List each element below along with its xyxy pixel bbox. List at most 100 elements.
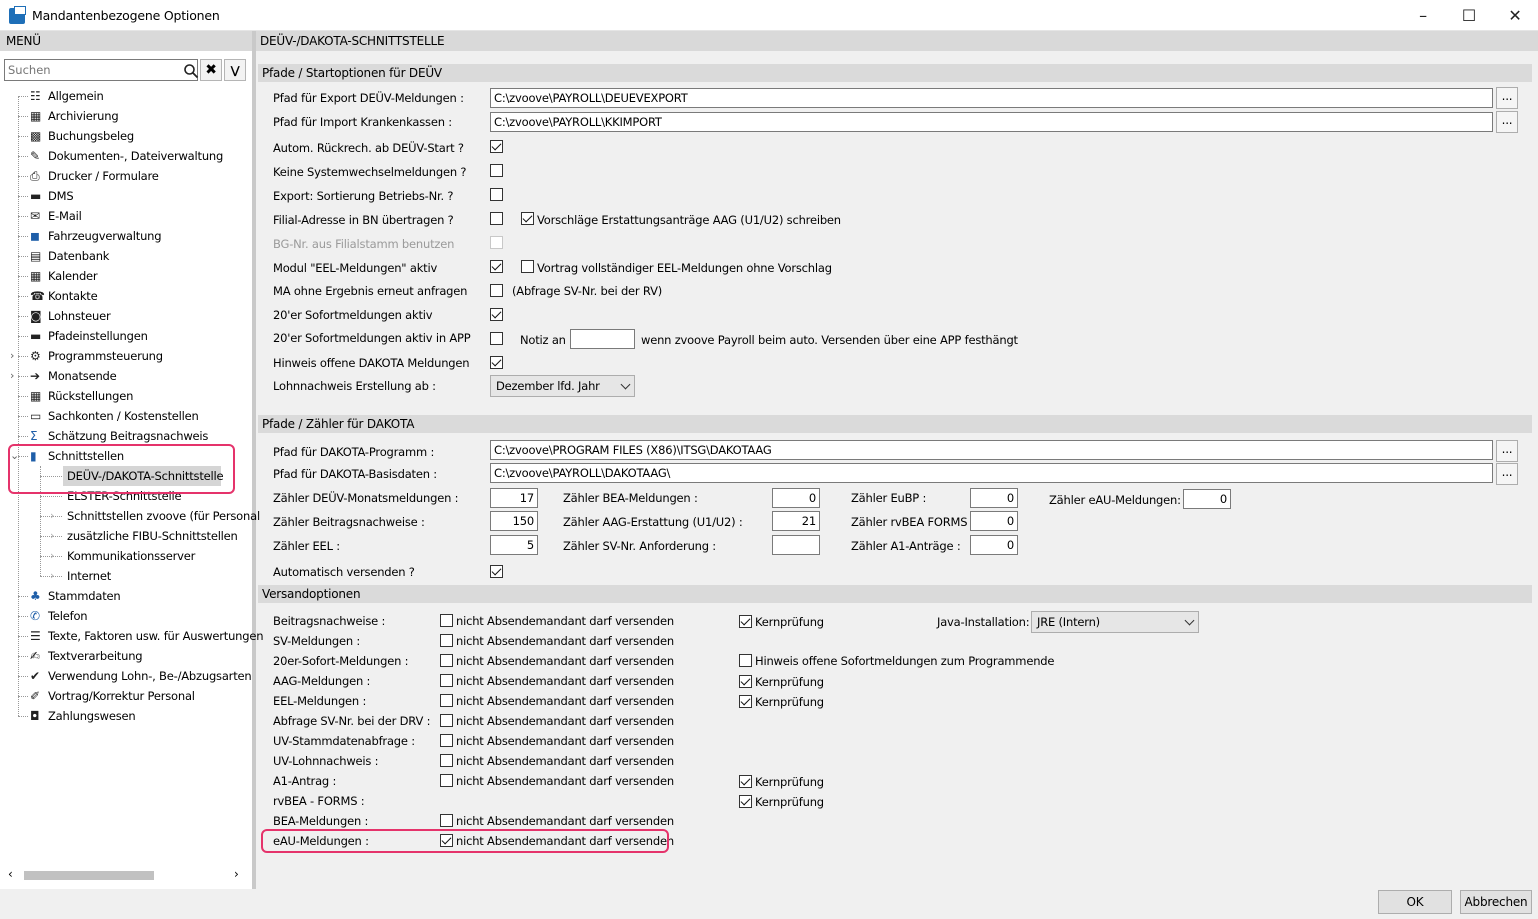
tree-item[interactable]: ✍ Textverarbeitung (0, 646, 250, 666)
browse-prog-button[interactable]: ... (1496, 440, 1518, 462)
cancel-button[interactable]: Abbrechen (1460, 890, 1532, 914)
nicht-absendemandant-checkbox[interactable] (440, 674, 453, 687)
ma-checkbox[interactable] (490, 284, 503, 297)
tree-item[interactable]: ◙ Lohnsteuer (0, 306, 250, 326)
export-sort-checkbox[interactable] (490, 188, 503, 201)
expand-all-button[interactable]: ⋁ (224, 59, 246, 81)
tree-item[interactable]: ▦ Rückstellungen (0, 386, 250, 406)
tree-item[interactable]: ✎ Dokumenten-, Dateiverwaltung (0, 146, 250, 166)
expand-chevron-icon[interactable]: › (50, 546, 54, 566)
tree-item[interactable]: ◘ Zahlungswesen (0, 706, 250, 726)
tree-item[interactable]: ✔ Verwendung Lohn-, Be-/Abzugsarten (0, 666, 252, 686)
modul-checkbox[interactable] (490, 260, 503, 273)
z-bea-field[interactable]: 0 (772, 488, 820, 508)
close-button[interactable]: ✕ (1492, 0, 1538, 31)
import-path-field[interactable]: C:\zvoove\PAYROLL\KKIMPORT (490, 112, 1493, 132)
z-beitrag-field[interactable]: 150 (490, 511, 538, 531)
tree-item[interactable]: ✐ Vortrag/Korrektur Personal (0, 686, 250, 706)
nicht-absendemandant-checkbox[interactable] (440, 774, 453, 787)
tree-item[interactable]: ✉ E-Mail (0, 206, 250, 226)
kernpruefung-checkbox[interactable] (739, 675, 752, 688)
nicht-absendemandant-checkbox[interactable] (440, 654, 453, 667)
lohn-select[interactable]: Dezember lfd. Jahr (490, 375, 635, 397)
nicht-absendemandant-checkbox[interactable] (440, 614, 453, 627)
notiz-field[interactable] (570, 329, 635, 349)
z-svnr-field[interactable] (772, 535, 820, 555)
browse-export-button[interactable]: ... (1496, 87, 1518, 109)
z-deuev-field[interactable]: 17 (490, 488, 538, 508)
scroll-left-icon[interactable]: ‹ (8, 867, 13, 881)
tree-item[interactable]: ☷ Allgemein (0, 86, 250, 106)
minimize-button[interactable]: – (1400, 0, 1446, 31)
modul-label: Modul "EEL-Meldungen" aktiv (273, 261, 438, 275)
clear-search-button[interactable]: ✖ (200, 59, 222, 81)
ok-button[interactable]: OK (1378, 890, 1452, 914)
tree-item[interactable]: ▦ Archivierung (0, 106, 250, 126)
hinweis-checkbox[interactable] (490, 356, 503, 369)
tree-item[interactable]: ☎ Kontakte (0, 286, 250, 306)
tree-item[interactable]: ◼ Fahrzeugverwaltung (0, 226, 250, 246)
tree-item[interactable]: ▦ Kalender (0, 266, 250, 286)
browse-basis-button[interactable]: ... (1496, 463, 1518, 485)
dakota-basis-field[interactable]: C:\zvoove\PAYROLL\DAKOTAAG\ (490, 463, 1493, 483)
autom-checkbox[interactable] (490, 140, 503, 153)
z-a1-field[interactable]: 0 (970, 535, 1018, 555)
tree-item[interactable]: ▤ Datenbank (0, 246, 250, 266)
search-input[interactable] (5, 60, 175, 80)
expand-chevron-icon[interactable]: › (10, 346, 14, 366)
tree-item[interactable]: ☰ Texte, Faktoren usw. für Auswertungen (0, 626, 264, 646)
auto-checkbox[interactable] (490, 565, 503, 578)
tree-item[interactable]: ⎙ Drucker / Formulare (0, 166, 250, 186)
scroll-right-icon[interactable]: › (234, 867, 239, 881)
nicht-absendemandant-checkbox[interactable] (440, 734, 453, 747)
nicht-absendemandant-checkbox[interactable] (440, 694, 453, 707)
tree-item[interactable]: › zusätzliche FIBU-Schnittstellen (0, 526, 250, 546)
expand-chevron-icon[interactable]: › (10, 366, 14, 386)
kernpruefung-checkbox[interactable] (739, 775, 752, 788)
panel-splitter[interactable] (252, 31, 256, 889)
tree-item[interactable]: › ⚙ Programmsteuerung (0, 346, 250, 366)
scrollbar-thumb[interactable] (24, 871, 154, 880)
browse-import-button[interactable]: ... (1496, 111, 1518, 133)
tree-item[interactable]: ✆ Telefon (0, 606, 250, 626)
filial-checkbox[interactable] (490, 212, 503, 225)
kernpruefung-checkbox[interactable] (739, 795, 752, 808)
sofort-app-checkbox[interactable] (490, 332, 503, 345)
tree-item[interactable]: › ➔ Monatsende (0, 366, 250, 386)
expand-chevron-icon[interactable]: › (50, 506, 54, 526)
z-eel-field[interactable]: 5 (490, 535, 538, 555)
nicht-absendemandant-checkbox[interactable] (440, 754, 453, 767)
z-rvbea-field[interactable]: 0 (970, 511, 1018, 531)
search-box[interactable] (4, 59, 199, 81)
tree-item[interactable]: › Kommunikationsserver (0, 546, 250, 566)
java-select[interactable]: JRE (Intern) (1031, 611, 1199, 633)
tree-item[interactable]: ▬ Pfadeinstellungen (0, 326, 250, 346)
tree-item[interactable]: Σ Schätzung Beitragsnachweis (0, 426, 250, 446)
tree-horizontal-scrollbar[interactable]: ‹ › (4, 866, 248, 884)
vortrag-checkbox[interactable] (521, 260, 534, 273)
keine-checkbox[interactable] (490, 164, 503, 177)
vorschlaege-checkbox[interactable] (521, 212, 534, 225)
hinweis-sofort-checkbox[interactable] (739, 654, 752, 667)
tree-item[interactable]: ▩ Buchungsbeleg (0, 126, 250, 146)
search-icon[interactable] (183, 63, 199, 79)
tree-item[interactable]: › Schnittstellen zvoove (für Personal (0, 506, 260, 526)
maximize-button[interactable]: ☐ (1446, 0, 1492, 31)
nicht-absendemandant-checkbox[interactable] (440, 814, 453, 827)
kernpruefung-checkbox[interactable] (739, 695, 752, 708)
tree-item[interactable]: ▬ DMS (0, 186, 250, 206)
tree-item[interactable]: ▭ Sachkonten / Kostenstellen (0, 406, 250, 426)
sofort-checkbox[interactable] (490, 308, 503, 321)
kernpruefung-checkbox[interactable] (739, 615, 752, 628)
nicht-absendemandant-checkbox[interactable] (440, 714, 453, 727)
expand-chevron-icon[interactable]: › (50, 526, 54, 546)
z-aag-field[interactable]: 21 (772, 511, 820, 531)
dakota-prog-field[interactable]: C:\zvoove\PROGRAM FILES (X86)\ITSG\DAKOT… (490, 440, 1493, 460)
export-path-field[interactable]: C:\zvoove\PAYROLL\DEUEVEXPORT (490, 88, 1493, 108)
tree-item[interactable]: ♣ Stammdaten (0, 586, 250, 606)
z-eau-field[interactable]: 0 (1183, 489, 1231, 509)
expand-chevron-icon[interactable]: › (50, 566, 54, 586)
z-eubp-field[interactable]: 0 (970, 488, 1018, 508)
tree-item[interactable]: › Internet (0, 566, 250, 586)
nicht-absendemandant-checkbox[interactable] (440, 634, 453, 647)
